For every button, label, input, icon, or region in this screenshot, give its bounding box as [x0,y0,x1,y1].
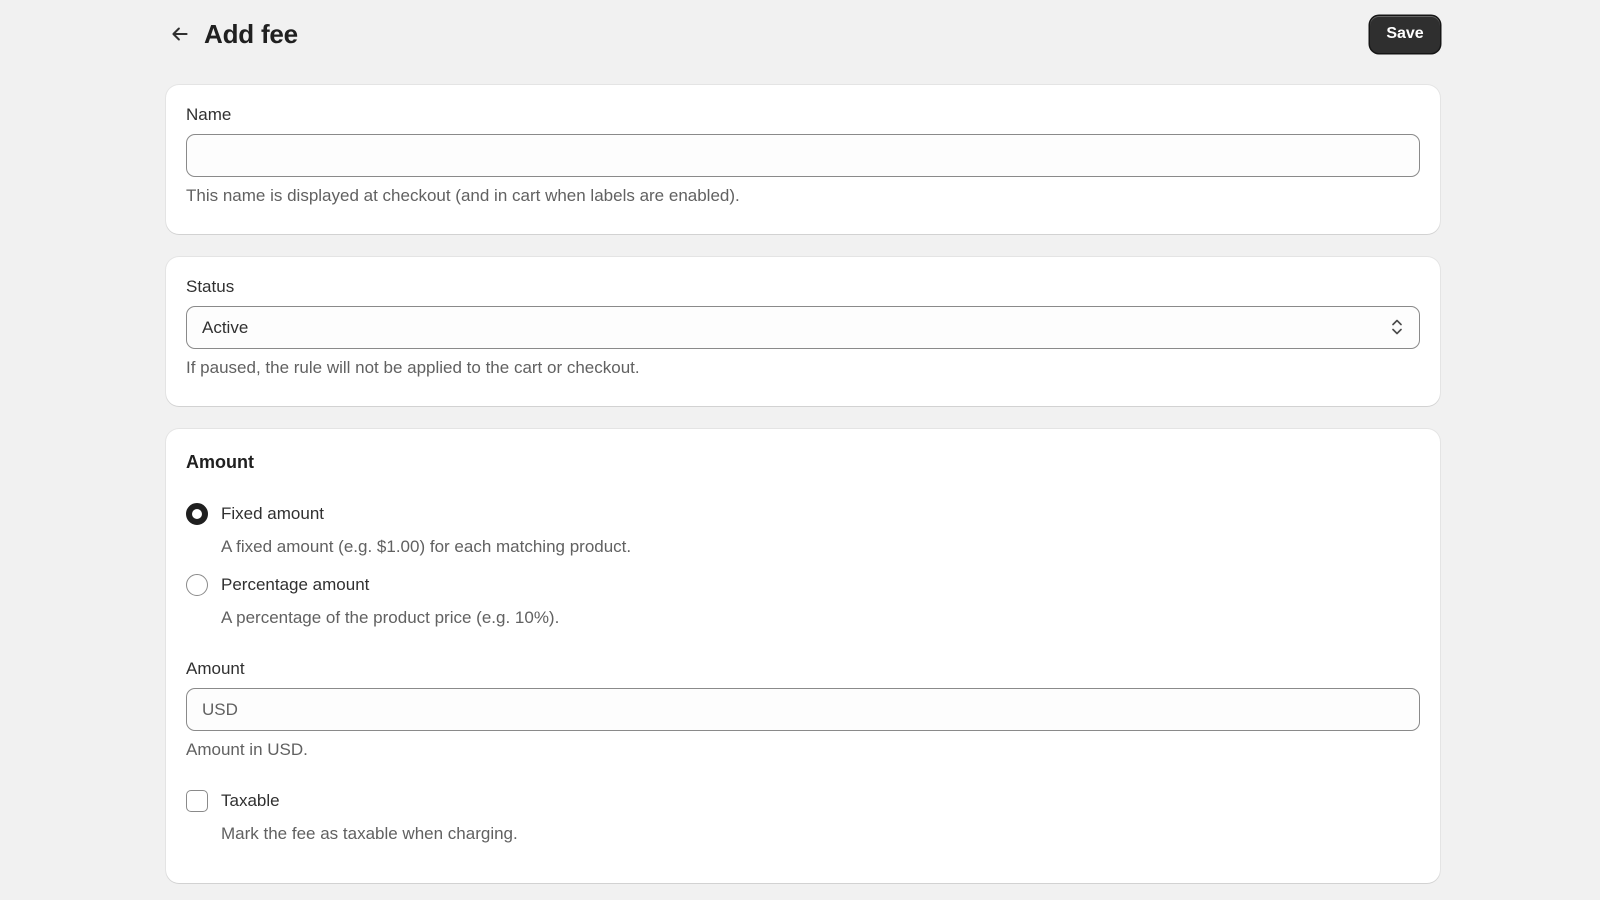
percentage-amount-radio[interactable] [186,574,208,596]
status-card: Status Active If paused, the rule will n… [166,257,1440,406]
amount-card: Amount Fixed amount A fixed amount (e.g.… [166,429,1440,883]
percentage-amount-label: Percentage amount [221,575,370,594]
page-title: Add fee [204,18,298,49]
amount-input[interactable] [186,688,1420,731]
percentage-amount-help: A percentage of the product price (e.g. … [221,608,560,627]
amount-help-text: Amount in USD. [186,740,308,759]
name-input[interactable] [186,134,1420,177]
amount-section-title: Amount [186,452,254,472]
amount-label: Amount [186,659,245,678]
taxable-option: Taxable Mark the fee as taxable when cha… [186,790,1420,844]
fixed-amount-help: A fixed amount (e.g. $1.00) for each mat… [221,537,632,556]
name-label: Name [186,105,232,124]
header-left: Add fee [166,19,298,50]
status-select[interactable]: Active [186,306,1420,349]
page: Add fee Save Name This name is displayed… [0,0,1600,900]
save-button[interactable]: Save [1370,15,1440,53]
name-help-text: This name is displayed at checkout (and … [186,186,740,205]
taxable-label: Taxable [221,791,280,810]
arrow-left-icon [172,27,188,41]
taxable-checkbox-row[interactable]: Taxable [186,790,1420,812]
status-select-value[interactable]: Active [186,306,1420,349]
fixed-amount-label: Fixed amount [221,504,324,523]
page-header: Add fee Save [166,10,1440,58]
percentage-amount-option: Percentage amount A percentage of the pr… [186,574,1420,628]
chevron-up-down-icon [1392,319,1402,335]
back-button[interactable] [166,20,194,48]
name-card: Name This name is displayed at checkout … [166,85,1440,234]
fixed-amount-radio[interactable] [186,503,208,525]
fixed-amount-radio-row[interactable]: Fixed amount [186,503,1420,525]
fixed-amount-option: Fixed amount A fixed amount (e.g. $1.00)… [186,503,1420,557]
taxable-help: Mark the fee as taxable when charging. [221,824,518,843]
status-help-text: If paused, the rule will not be applied … [186,358,640,377]
taxable-checkbox[interactable] [186,790,208,812]
amount-field: Amount Amount in USD. [186,659,1420,760]
status-label: Status [186,277,235,296]
percentage-amount-radio-row[interactable]: Percentage amount [186,574,1420,596]
